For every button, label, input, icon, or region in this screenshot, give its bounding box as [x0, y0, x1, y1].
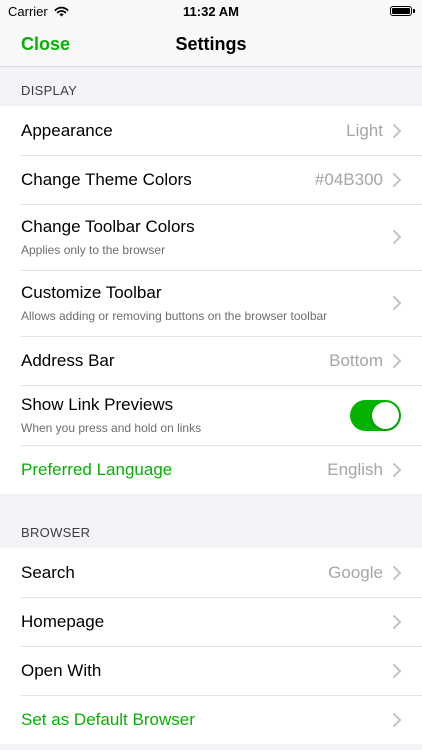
battery-icon — [390, 6, 415, 16]
show-link-previews-row: Show Link Previews When you press and ho… — [0, 385, 422, 445]
row-value: English — [327, 459, 383, 479]
row-label: Show Link Previews — [21, 395, 174, 414]
row-label: Homepage — [21, 611, 105, 631]
row-label: Set as Default Browser — [21, 709, 195, 729]
section-header-browser: BROWSER — [21, 525, 91, 540]
chevron-right-icon — [393, 614, 401, 629]
set-default-browser-row[interactable]: Set as Default Browser — [0, 695, 422, 744]
change-toolbar-colors-row[interactable]: Change Toolbar Colors Applies only to th… — [0, 204, 422, 270]
row-label: Change Theme Colors — [21, 169, 192, 189]
carrier-label: Carrier — [8, 3, 48, 19]
row-label: Preferred Language — [21, 459, 173, 479]
address-bar-row[interactable]: Address Bar Bottom — [0, 336, 422, 385]
close-button[interactable]: Close — [21, 34, 70, 55]
section-header-display: DISPLAY — [21, 83, 78, 98]
row-label: Address Bar — [21, 350, 115, 370]
row-label: Appearance — [21, 120, 113, 140]
homepage-row[interactable]: Homepage — [0, 597, 422, 646]
preferred-language-row[interactable]: Preferred Language English — [0, 445, 422, 494]
status-bar: Carrier 11:32 AM — [0, 0, 422, 22]
row-subtitle: When you press and hold on links — [21, 421, 202, 435]
chevron-right-icon — [393, 230, 401, 244]
link-previews-toggle[interactable] — [350, 399, 401, 431]
appearance-row[interactable]: Appearance Light — [0, 106, 422, 155]
row-label: Customize Toolbar — [21, 283, 162, 302]
row-label: Open With — [21, 660, 102, 680]
chevron-right-icon — [393, 712, 401, 727]
row-label: Change Toolbar Colors — [21, 217, 195, 236]
customize-toolbar-row[interactable]: Customize Toolbar Allows adding or remov… — [0, 270, 422, 336]
chevron-right-icon — [393, 123, 401, 138]
row-value: Bottom — [329, 350, 383, 370]
search-row[interactable]: Search Google — [0, 548, 422, 597]
row-value: Google — [328, 562, 383, 582]
chevron-right-icon — [393, 565, 401, 580]
browser-settings-list: Search Google Homepage Open With Set as … — [0, 548, 422, 744]
chevron-right-icon — [393, 462, 401, 477]
change-theme-colors-row[interactable]: Change Theme Colors #04B300 — [0, 155, 422, 204]
row-label: Search — [21, 562, 75, 582]
row-value: Light — [346, 120, 383, 140]
wifi-icon — [54, 6, 69, 16]
open-with-row[interactable]: Open With — [0, 646, 422, 695]
chevron-right-icon — [393, 172, 401, 187]
chevron-right-icon — [393, 663, 401, 678]
display-settings-list: Appearance Light Change Theme Colors #04… — [0, 106, 422, 494]
row-subtitle: Allows adding or removing buttons on the… — [21, 309, 328, 323]
chevron-right-icon — [393, 296, 401, 310]
navigation-bar: Close Settings — [0, 22, 422, 67]
toggle-knob — [372, 401, 399, 429]
chevron-right-icon — [393, 353, 401, 368]
row-subtitle: Applies only to the browser — [21, 243, 166, 257]
row-value: #04B300 — [314, 169, 383, 189]
